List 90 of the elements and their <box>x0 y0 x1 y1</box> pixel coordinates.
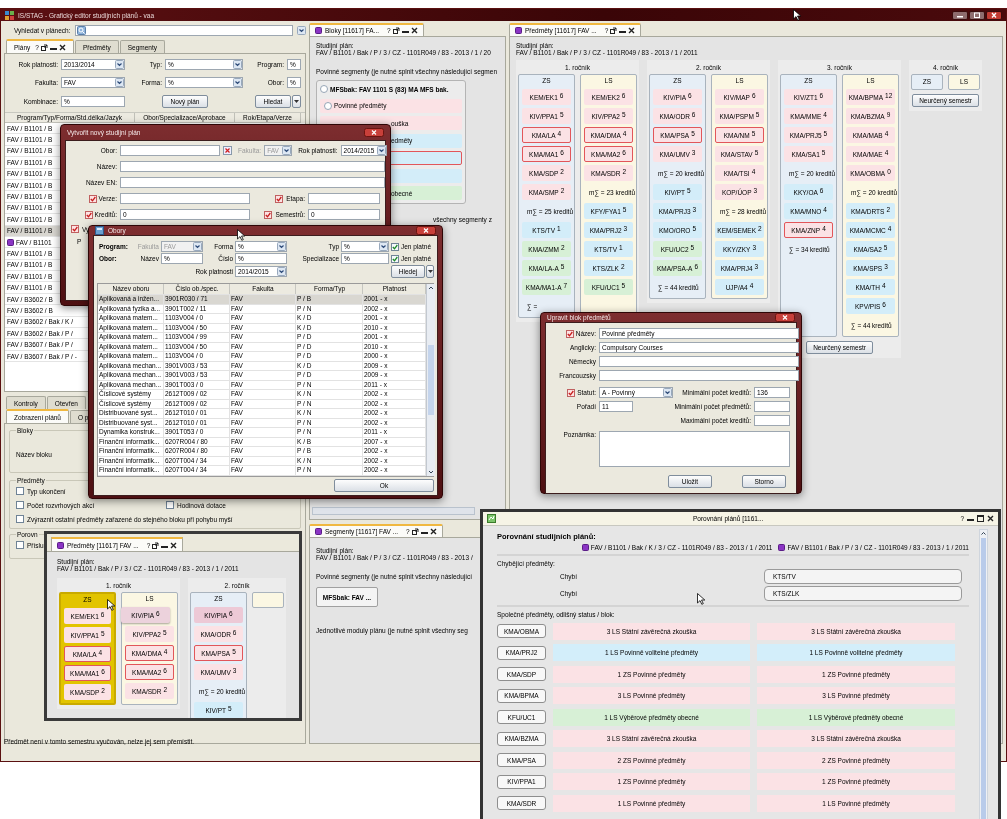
mouse-pointer-icon <box>237 229 245 241</box>
float-icon[interactable] <box>152 541 160 549</box>
plan-icon <box>7 238 14 246</box>
close-icon[interactable] <box>987 515 994 522</box>
input-field[interactable] <box>120 193 250 204</box>
radio-button[interactable] <box>320 85 328 93</box>
panel-icon <box>515 27 522 34</box>
dropdown-button[interactable] <box>297 25 306 35</box>
window-icon <box>487 514 496 523</box>
close-button[interactable] <box>416 226 436 235</box>
close-icon[interactable] <box>429 528 437 535</box>
window-icon <box>95 226 104 235</box>
app-icon <box>5 10 14 20</box>
checkbox[interactable] <box>16 487 24 495</box>
chevron-down-icon <box>233 60 242 69</box>
radio-button[interactable] <box>324 101 332 110</box>
plan-icon <box>581 544 589 551</box>
chevron-down-icon <box>193 242 202 251</box>
checkbox[interactable] <box>264 210 273 219</box>
check-icon <box>568 389 575 396</box>
search-field[interactable] <box>74 24 293 36</box>
input-field[interactable] <box>599 370 799 381</box>
float-icon[interactable] <box>610 27 618 34</box>
close-button[interactable] <box>986 10 1002 20</box>
close-icon[interactable] <box>58 43 66 51</box>
panel-icon <box>57 541 64 549</box>
chevron-down-icon <box>663 388 672 397</box>
checkbox[interactable] <box>565 329 574 338</box>
chevron-down-icon <box>115 60 124 69</box>
mouse-pointer-icon <box>107 599 115 611</box>
chevron-up-icon <box>980 530 987 537</box>
caret-icon <box>427 270 433 273</box>
chevron-down-icon <box>277 267 286 276</box>
check-icon <box>85 211 92 218</box>
checkbox[interactable] <box>16 515 24 523</box>
input-field[interactable] <box>120 177 385 188</box>
check-icon <box>276 195 283 202</box>
check-icon <box>72 226 78 232</box>
dropdown-button[interactable] <box>292 95 301 108</box>
dropdown-button[interactable] <box>426 265 434 278</box>
chevron-down-icon <box>277 242 286 251</box>
input-field[interactable] <box>754 401 790 412</box>
chevron-down-icon <box>282 146 292 155</box>
mouse-pointer-icon <box>793 9 801 21</box>
close-icon[interactable] <box>170 541 178 549</box>
close-button[interactable] <box>364 128 384 137</box>
note-field[interactable] <box>599 431 790 467</box>
input-field[interactable] <box>308 193 380 204</box>
maximize-button[interactable] <box>969 10 985 20</box>
checkbox[interactable] <box>567 388 576 397</box>
input-field[interactable] <box>120 161 385 172</box>
panel-icon <box>315 528 322 535</box>
maximize-icon[interactable] <box>977 515 984 522</box>
chevron-down-icon <box>376 146 386 155</box>
scrollbar[interactable] <box>979 529 988 819</box>
chevron-down-icon <box>233 78 242 87</box>
chevron-up-icon <box>427 284 435 292</box>
scrollbar[interactable] <box>426 284 435 476</box>
checkbox[interactable] <box>391 242 399 251</box>
float-icon[interactable] <box>40 43 48 51</box>
mouse-pointer-icon <box>697 593 705 605</box>
chevron-down-icon <box>115 78 124 87</box>
checkbox[interactable] <box>391 254 399 263</box>
float-icon[interactable] <box>411 528 419 535</box>
float-icon[interactable] <box>392 27 400 34</box>
close-button[interactable] <box>775 313 795 322</box>
check-icon <box>566 330 573 337</box>
checkbox[interactable] <box>88 194 97 203</box>
checkbox[interactable] <box>166 501 174 509</box>
panel-icon <box>315 27 322 34</box>
check-icon <box>89 195 96 202</box>
plan-icon <box>778 544 786 551</box>
close-icon[interactable] <box>628 27 636 34</box>
search-icon <box>76 25 86 35</box>
checkbox[interactable] <box>16 501 24 509</box>
scrollbar[interactable] <box>312 507 475 515</box>
input-field[interactable] <box>599 356 799 367</box>
checkbox[interactable] <box>275 194 284 203</box>
close-icon[interactable] <box>410 27 418 34</box>
minimize-button[interactable] <box>952 10 968 20</box>
check-icon <box>265 211 272 218</box>
chevron-down-icon <box>379 242 388 251</box>
checkbox[interactable] <box>84 210 93 219</box>
checkbox[interactable] <box>71 225 79 233</box>
checkbox[interactable] <box>16 541 24 549</box>
input-field[interactable] <box>754 415 790 426</box>
chevron-down-icon <box>297 25 306 35</box>
caret-icon <box>294 100 299 103</box>
clear-icon[interactable] <box>223 146 232 155</box>
input-field[interactable] <box>120 145 220 156</box>
